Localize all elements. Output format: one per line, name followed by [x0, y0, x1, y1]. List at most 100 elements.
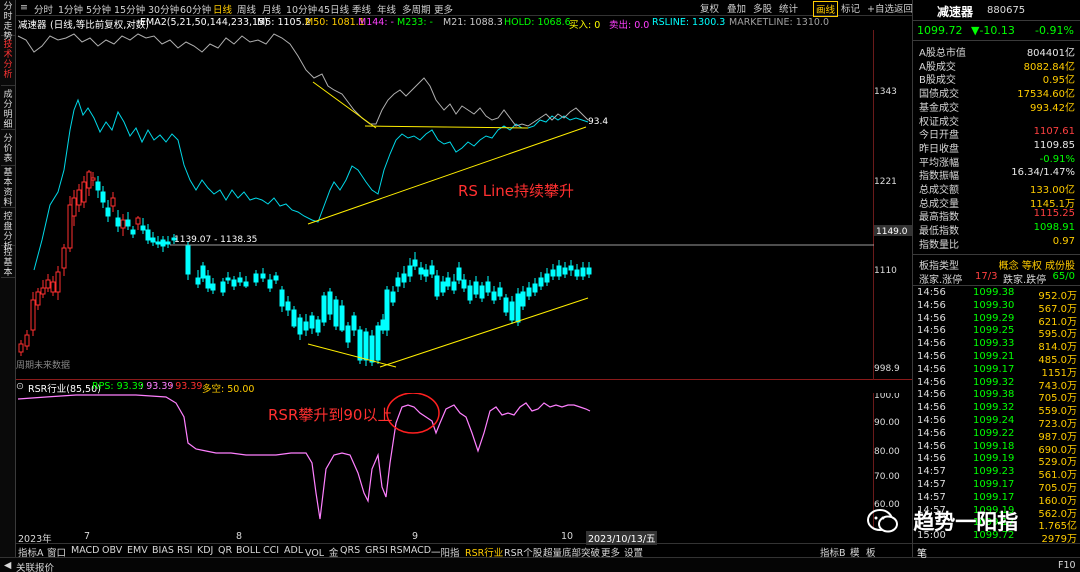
quote-row: 昨日收盘 1109.85 [917, 140, 1077, 155]
period-tab-active[interactable]: 日线 [213, 2, 232, 16]
candle-body [526, 287, 532, 297]
ma-value: M233: - [397, 17, 433, 28]
tick-price: 1099.38 [973, 389, 1015, 401]
rsr-tick: 70.00 [874, 472, 900, 482]
tab-fundamentals[interactable]: 基本资料 [1, 168, 15, 208]
board-type-row: 板指类型 概念 等权 成份股 [917, 257, 1077, 272]
candle-body [390, 291, 396, 303]
ma-value: M5: 1105.2 [257, 17, 311, 28]
candle-body [321, 295, 327, 323]
price-change: ▼-10.13 [971, 24, 1015, 37]
ma-value: M21: 1088.3 [443, 17, 503, 28]
tab-control-basic[interactable]: 控基本 [1, 248, 15, 278]
mark-button[interactable]: 标记 [839, 1, 862, 15]
tab-components[interactable]: 成分明细 [1, 90, 15, 130]
indicator-tab[interactable]: MACD [71, 545, 99, 556]
period-tab[interactable]: 60分钟 [180, 2, 211, 16]
period-tab[interactable]: 1分钟 [58, 2, 83, 16]
candle-body [574, 269, 580, 277]
candle-body [55, 271, 61, 293]
indicator-tab[interactable]: KDJ [197, 545, 213, 556]
board-type-tags[interactable]: 概念 等权 成份股 [999, 257, 1075, 272]
adjust-button[interactable]: 复权 [698, 1, 721, 15]
period-tab-more[interactable]: 更多 [434, 2, 453, 16]
tick-list[interactable]: 14:56 1099.38 952.0万 14:56 1099.30 567.0万 14:5… [913, 287, 1080, 545]
tick-time: 14:56 [917, 453, 946, 465]
quote-row: 指数振幅 16.34/1.47% [917, 167, 1077, 182]
watermark: 趋势一阳指 [866, 506, 1018, 540]
candle-body [18, 343, 24, 353]
left-tab-strip: 分时走势 技术分析 成分明细 分价表 基本资料 控盘分析 控基本 [0, 0, 16, 560]
period-tab[interactable]: 分时 [34, 2, 53, 16]
quote-row: 指数量比 0.97 [917, 236, 1077, 251]
tick-tab[interactable]: 笔 [917, 545, 927, 560]
tick-price: 1099.21 [973, 351, 1015, 362]
date-tick: 10 [561, 531, 574, 542]
indicator-tab[interactable]: GRSI [365, 545, 388, 556]
candle-body [550, 269, 556, 277]
tab-intraday[interactable]: 分时走势 [1, 2, 15, 42]
indicator-tab[interactable]: BOLL [236, 545, 260, 556]
period-tab[interactable]: 15分钟 [114, 2, 145, 16]
candle-body [95, 181, 101, 191]
tick-time: 14:57 [917, 466, 946, 478]
tab-price-table[interactable]: 分价表 [1, 134, 15, 166]
indicator-tab[interactable]: OBV [102, 545, 122, 556]
ema-params[interactable]: EMA2(5,21,50,144,233,15) [140, 17, 268, 28]
tick-row: 14:56 1099.18 690.0万 [915, 441, 1079, 456]
period-tab[interactable]: 45日线 [318, 2, 349, 16]
tick-price: 1099.30 [973, 299, 1015, 311]
draw-line-button[interactable]: 画线 [813, 1, 839, 17]
candle-body [429, 265, 435, 275]
period-tab[interactable]: 月线 [262, 2, 281, 16]
indicator-tab[interactable]: CCI [263, 545, 279, 556]
tick-price: 1099.23 [973, 466, 1015, 478]
up-count: 17/3 [975, 271, 998, 282]
up-label: 涨家.涨停 [919, 275, 963, 286]
settings-icon[interactable]: ⊙ [16, 381, 24, 392]
period-tab[interactable]: 季线 [352, 2, 371, 16]
trendline [379, 297, 589, 368]
candle-body [351, 315, 357, 331]
menu-icon[interactable]: ≡ [20, 2, 28, 13]
indicator-tab[interactable]: RSI [177, 545, 192, 556]
period-tab[interactable]: 10分钟 [286, 2, 317, 16]
period-tab[interactable]: 30分钟 [148, 2, 179, 16]
tick-time: 14:57 [917, 479, 946, 490]
tab-control[interactable]: 控盘分析 [1, 212, 15, 252]
overlay-button[interactable]: 叠加 [725, 1, 748, 15]
tick-row: 14:57 1099.23 561.0万 [915, 466, 1079, 481]
rsr-chart[interactable]: 100.0 90.00 80.00 70.00 60.00 [16, 393, 912, 529]
speaker-icon[interactable]: ◀ [4, 560, 11, 571]
indicator-tab[interactable]: RSMACD [390, 545, 431, 556]
period-tab[interactable]: 多周期 [402, 2, 431, 16]
tab-technical[interactable]: 技术分析 [1, 40, 15, 86]
tick-price: 1099.22 [973, 427, 1015, 439]
period-tab[interactable]: 5分钟 [86, 2, 111, 16]
date-tick: 9 [412, 531, 419, 542]
multi-stock-button[interactable]: 多股 [751, 1, 774, 15]
candle-body [40, 287, 46, 295]
indicator-tab[interactable]: EMV [127, 545, 148, 556]
candle-body [30, 299, 36, 331]
stats-button[interactable]: 统计 [777, 1, 800, 15]
quote-row: 总成交额 133.00亿 [917, 181, 1077, 196]
candle-body [568, 265, 574, 271]
indicator-tab[interactable]: BIAS [152, 545, 174, 556]
linked-quote[interactable]: 关联报价 [16, 560, 54, 572]
indicator-tab[interactable]: QRS [340, 545, 360, 556]
f10-button[interactable]: F10 [1058, 560, 1076, 571]
indicator-tab[interactable]: ADL [284, 545, 303, 556]
candle-body [580, 267, 586, 277]
candle-body [544, 273, 550, 283]
candlestick-chart[interactable]: 1343 1221 1149.0 1110 998.9 1139.07 - 11… [16, 30, 912, 380]
price-change-pct: -0.91% [1035, 24, 1074, 37]
period-tab[interactable]: 年线 [377, 2, 396, 16]
tick-row: 14:56 1099.38 705.0万 [915, 389, 1079, 404]
period-tab[interactable]: 周线 [237, 2, 256, 16]
candle-body [440, 281, 446, 293]
indicator-tab[interactable]: QR [218, 545, 232, 556]
watermark-text: 趋势一阳指 [913, 510, 1019, 534]
tick-time: 14:56 [917, 389, 946, 401]
sell-value: 卖出: 0.0 [609, 20, 650, 31]
